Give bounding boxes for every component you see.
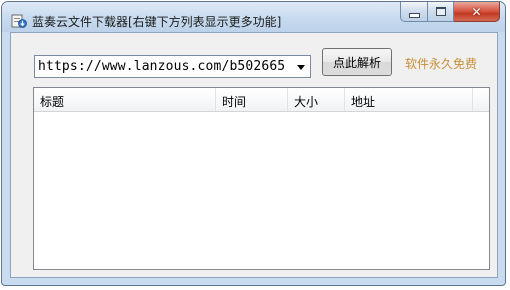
download-app-icon [11,14,27,28]
column-header-time[interactable]: 时间 [216,88,288,111]
url-combobox[interactable]: https://www.lanzous.com/b502665 [34,55,311,78]
free-software-label: 软件永久免费 [405,57,478,71]
client-area: https://www.lanzous.com/b502665 点此解析 软件永… [10,32,498,278]
app-window: 蓝奏云文件下载器[右键下方列表显示更多功能] ✕ https://www.lan… [1,1,506,286]
window-title: 蓝奏云文件下载器[右键下方列表显示更多功能] [32,15,282,29]
close-icon: ✕ [471,4,482,19]
dropdown-arrow-icon[interactable] [297,65,305,70]
file-list[interactable]: 标题 时间 大小 地址 [33,87,490,270]
title-bar[interactable]: 蓝奏云文件下载器[右键下方列表显示更多功能] ✕ [2,2,505,32]
column-header-url[interactable]: 地址 [345,88,473,111]
maximize-icon [435,7,446,16]
caption-buttons: ✕ [400,2,500,23]
maximize-button[interactable] [428,2,454,22]
minimize-icon [408,12,420,18]
parse-button[interactable]: 点此解析 [322,48,392,76]
column-header-size[interactable]: 大小 [288,88,345,111]
url-input[interactable]: https://www.lanzous.com/b502665 [38,59,285,74]
minimize-button[interactable] [400,2,428,22]
close-button[interactable]: ✕ [454,2,500,22]
list-header: 标题 时间 大小 地址 [34,88,489,112]
column-header-title[interactable]: 标题 [34,88,216,111]
